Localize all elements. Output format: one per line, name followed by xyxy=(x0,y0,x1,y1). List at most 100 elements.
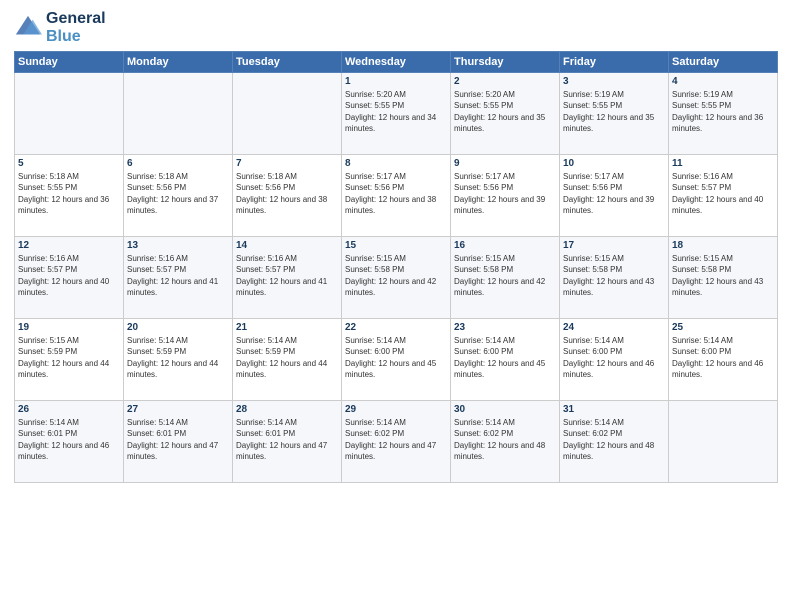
day-info: Sunrise: 5:14 AMSunset: 6:01 PMDaylight:… xyxy=(236,417,338,462)
day-info: Sunrise: 5:17 AMSunset: 5:56 PMDaylight:… xyxy=(454,171,556,216)
day-number: 16 xyxy=(454,240,556,251)
calendar-cell: 17Sunrise: 5:15 AMSunset: 5:58 PMDayligh… xyxy=(560,237,669,319)
day-number: 8 xyxy=(345,158,447,169)
day-number: 4 xyxy=(672,76,774,87)
day-info: Sunrise: 5:14 AMSunset: 6:02 PMDaylight:… xyxy=(454,417,556,462)
calendar-cell: 4 Sunrise: 5:19 AMSunset: 5:55 PMDaylight… xyxy=(669,73,778,155)
day-info: Sunrise: 5:16 AMSunset: 5:57 PMDaylight:… xyxy=(236,253,338,298)
day-info: Sunrise: 5:14 AMSunset: 6:00 PMDaylight:… xyxy=(345,335,447,380)
day-info: Sunrise: 5:15 AMSunset: 5:58 PMDaylight:… xyxy=(672,253,774,298)
day-info: Sunrise: 5:15 AMSunset: 5:58 PMDaylight:… xyxy=(454,253,556,298)
day-number: 28 xyxy=(236,404,338,415)
day-info: Sunrise: 5:19 AMSunset: 5:55 PMDaylight:… xyxy=(563,89,665,134)
calendar-table: SundayMondayTuesdayWednesdayThursdayFrid… xyxy=(14,51,778,483)
calendar-cell: 22 Sunrise: 5:14 AMSunset: 6:00 PMDayligh… xyxy=(342,319,451,401)
calendar-cell: 13 Sunrise: 5:16 AMSunset: 5:57 PMDayligh… xyxy=(124,237,233,319)
day-number: 7 xyxy=(236,158,338,169)
day-info: Sunrise: 5:19 AMSunset: 5:55 PMDaylight:… xyxy=(672,89,774,134)
calendar-cell xyxy=(15,73,124,155)
day-info: Sunrise: 5:14 AMSunset: 6:02 PMDaylight:… xyxy=(345,417,447,462)
day-number: 30 xyxy=(454,404,556,415)
day-number: 1 xyxy=(345,76,447,87)
calendar-cell: 7 Sunrise: 5:18 AMSunset: 5:56 PMDaylight… xyxy=(233,155,342,237)
day-info: Sunrise: 5:14 AMSunset: 6:00 PMDaylight:… xyxy=(454,335,556,380)
day-info: Sunrise: 5:14 AMSunset: 6:00 PMDaylight:… xyxy=(672,335,774,380)
header: General Blue xyxy=(14,10,778,45)
calendar-cell xyxy=(669,401,778,483)
weekday-header-saturday: Saturday xyxy=(669,52,778,73)
calendar-cell: 23 Sunrise: 5:14 AMSunset: 6:00 PMDayligh… xyxy=(451,319,560,401)
day-number: 14 xyxy=(236,240,338,251)
calendar-cell: 16 Sunrise: 5:15 AMSunset: 5:58 PMDayligh… xyxy=(451,237,560,319)
page: General Blue SundayMondayTuesdayWednesda… xyxy=(0,0,792,612)
calendar-cell: 1 Sunrise: 5:20 AMSunset: 5:55 PMDaylight… xyxy=(342,73,451,155)
logo: General Blue xyxy=(14,10,106,45)
day-number: 22 xyxy=(345,322,447,333)
calendar-cell: 10 Sunrise: 5:17 AMSunset: 5:56 PMDayligh… xyxy=(560,155,669,237)
day-number: 12 xyxy=(18,240,120,251)
day-info: Sunrise: 5:17 AMSunset: 5:56 PMDaylight:… xyxy=(345,171,447,216)
day-info: Sunrise: 5:17 AMSunset: 5:56 PMDaylight:… xyxy=(563,171,665,216)
weekday-header-monday: Monday xyxy=(124,52,233,73)
day-number: 27 xyxy=(127,404,229,415)
day-info: Sunrise: 5:14 AMSunset: 6:00 PMDaylight:… xyxy=(563,335,665,380)
weekday-header-row: SundayMondayTuesdayWednesdayThursdayFrid… xyxy=(15,52,778,73)
day-number: 15 xyxy=(345,240,447,251)
logo-text: General Blue xyxy=(46,10,106,45)
calendar-cell: 12 Sunrise: 5:16 AMSunset: 5:57 PMDayligh… xyxy=(15,237,124,319)
day-number: 25 xyxy=(672,322,774,333)
day-info: Sunrise: 5:16 AMSunset: 5:57 PMDaylight:… xyxy=(18,253,120,298)
day-info: Sunrise: 5:20 AMSunset: 5:55 PMDaylight:… xyxy=(345,89,447,134)
logo-icon xyxy=(14,14,42,42)
day-number: 9 xyxy=(454,158,556,169)
calendar-cell: 14 Sunrise: 5:16 AMSunset: 5:57 PMDayligh… xyxy=(233,237,342,319)
day-number: 31 xyxy=(563,404,665,415)
day-info: Sunrise: 5:14 AMSunset: 5:59 PMDaylight:… xyxy=(127,335,229,380)
calendar-cell: 19Sunrise: 5:15 AMSunset: 5:59 PMDayligh… xyxy=(15,319,124,401)
day-number: 5 xyxy=(18,158,120,169)
day-number: 29 xyxy=(345,404,447,415)
day-info: Sunrise: 5:15 AMSunset: 5:58 PMDaylight:… xyxy=(345,253,447,298)
calendar-cell: 28 Sunrise: 5:14 AMSunset: 6:01 PMDayligh… xyxy=(233,401,342,483)
day-number: 13 xyxy=(127,240,229,251)
calendar-cell: 24 Sunrise: 5:14 AMSunset: 6:00 PMDayligh… xyxy=(560,319,669,401)
day-info: Sunrise: 5:18 AMSunset: 5:56 PMDaylight:… xyxy=(127,171,229,216)
calendar-cell: 8 Sunrise: 5:17 AMSunset: 5:56 PMDaylight… xyxy=(342,155,451,237)
calendar-cell: 21Sunrise: 5:14 AMSunset: 5:59 PMDayligh… xyxy=(233,319,342,401)
week-row-3: 12 Sunrise: 5:16 AMSunset: 5:57 PMDayligh… xyxy=(15,237,778,319)
day-info: Sunrise: 5:14 AMSunset: 5:59 PMDaylight:… xyxy=(236,335,338,380)
calendar-cell: 6 Sunrise: 5:18 AMSunset: 5:56 PMDaylight… xyxy=(124,155,233,237)
day-number: 6 xyxy=(127,158,229,169)
calendar-cell: 25 Sunrise: 5:14 AMSunset: 6:00 PMDayligh… xyxy=(669,319,778,401)
calendar-cell xyxy=(233,73,342,155)
day-info: Sunrise: 5:16 AMSunset: 5:57 PMDaylight:… xyxy=(127,253,229,298)
calendar-cell xyxy=(124,73,233,155)
day-number: 2 xyxy=(454,76,556,87)
week-row-1: 1 Sunrise: 5:20 AMSunset: 5:55 PMDaylight… xyxy=(15,73,778,155)
day-info: Sunrise: 5:18 AMSunset: 5:56 PMDaylight:… xyxy=(236,171,338,216)
day-number: 3 xyxy=(563,76,665,87)
calendar-cell: 9 Sunrise: 5:17 AMSunset: 5:56 PMDaylight… xyxy=(451,155,560,237)
calendar-cell: 11 Sunrise: 5:16 AMSunset: 5:57 PMDayligh… xyxy=(669,155,778,237)
day-info: Sunrise: 5:14 AMSunset: 6:01 PMDaylight:… xyxy=(18,417,120,462)
calendar-cell: 27 Sunrise: 5:14 AMSunset: 6:01 PMDayligh… xyxy=(124,401,233,483)
calendar-cell: 20 Sunrise: 5:14 AMSunset: 5:59 PMDayligh… xyxy=(124,319,233,401)
calendar-cell: 18 Sunrise: 5:15 AMSunset: 5:58 PMDayligh… xyxy=(669,237,778,319)
day-number: 11 xyxy=(672,158,774,169)
day-info: Sunrise: 5:20 AMSunset: 5:55 PMDaylight:… xyxy=(454,89,556,134)
calendar-cell: 30 Sunrise: 5:14 AMSunset: 6:02 PMDayligh… xyxy=(451,401,560,483)
calendar-cell: 5Sunrise: 5:18 AMSunset: 5:55 PMDaylight… xyxy=(15,155,124,237)
week-row-4: 19Sunrise: 5:15 AMSunset: 5:59 PMDayligh… xyxy=(15,319,778,401)
calendar-cell: 3 Sunrise: 5:19 AMSunset: 5:55 PMDaylight… xyxy=(560,73,669,155)
day-number: 24 xyxy=(563,322,665,333)
calendar-cell: 29 Sunrise: 5:14 AMSunset: 6:02 PMDayligh… xyxy=(342,401,451,483)
calendar-cell: 26Sunrise: 5:14 AMSunset: 6:01 PMDayligh… xyxy=(15,401,124,483)
day-number: 18 xyxy=(672,240,774,251)
day-info: Sunrise: 5:16 AMSunset: 5:57 PMDaylight:… xyxy=(672,171,774,216)
day-info: Sunrise: 5:14 AMSunset: 6:01 PMDaylight:… xyxy=(127,417,229,462)
weekday-header-tuesday: Tuesday xyxy=(233,52,342,73)
day-number: 23 xyxy=(454,322,556,333)
day-number: 20 xyxy=(127,322,229,333)
day-number: 10 xyxy=(563,158,665,169)
weekday-header-friday: Friday xyxy=(560,52,669,73)
